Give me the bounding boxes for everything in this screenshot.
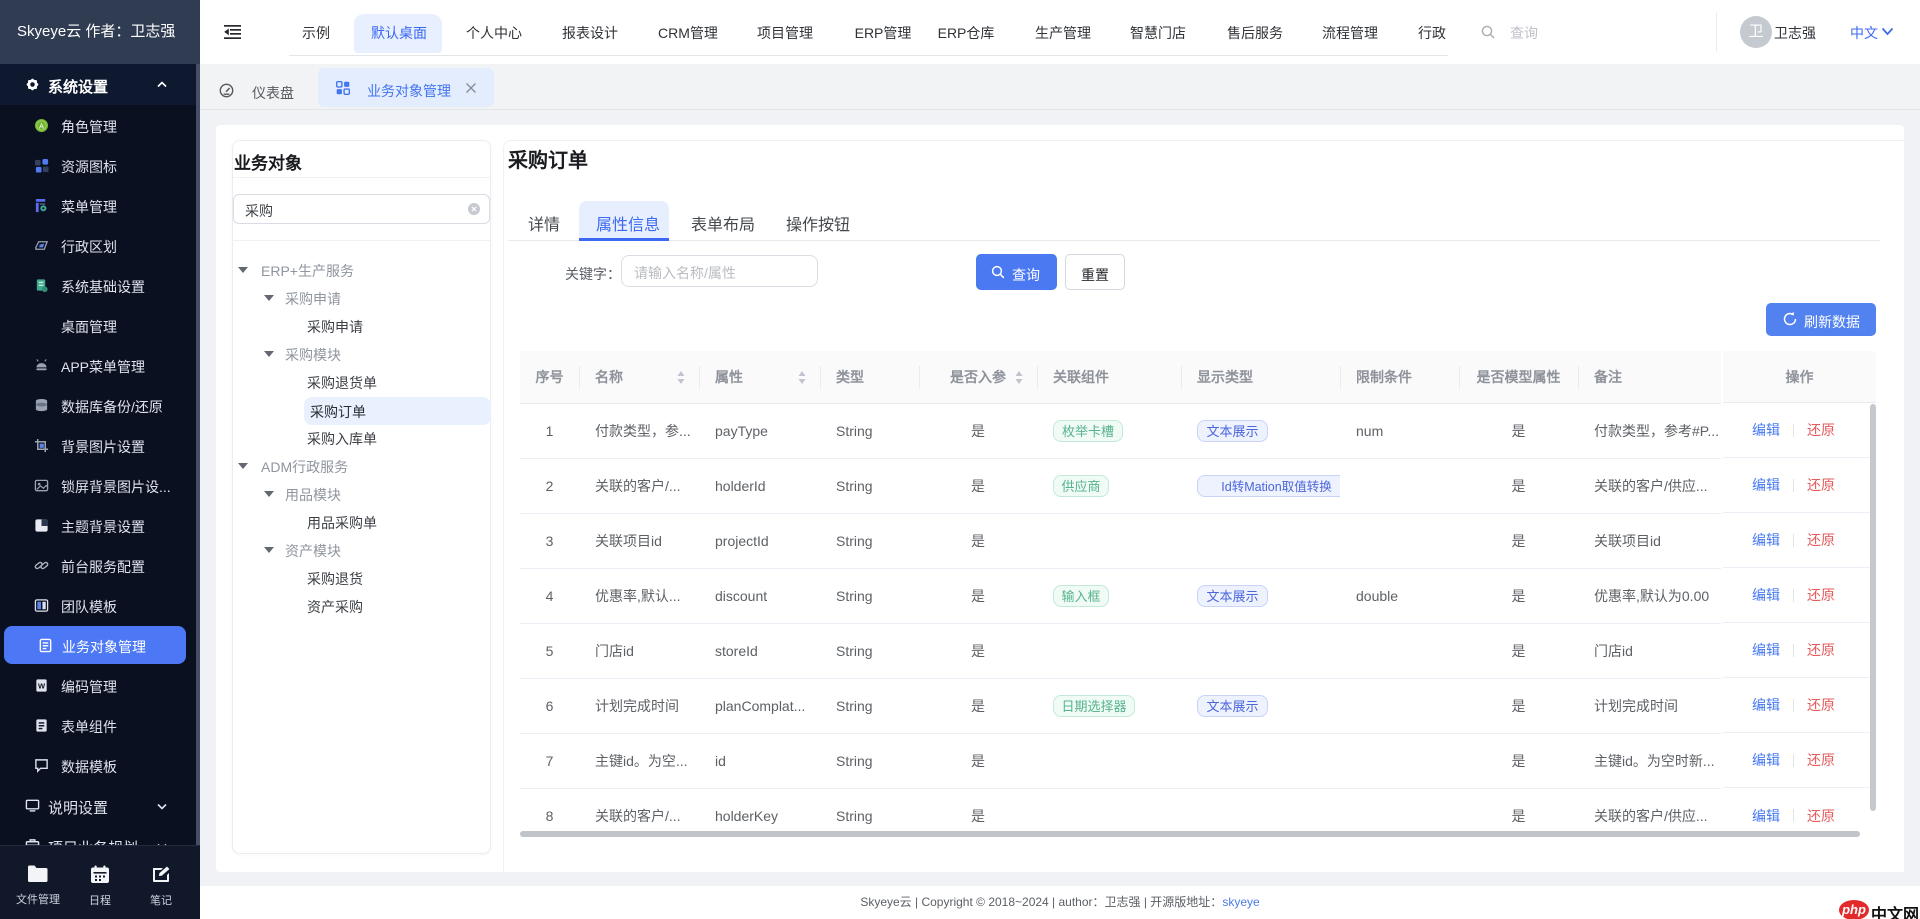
- svg-text:A: A: [39, 121, 44, 130]
- svg-text:W: W: [38, 681, 46, 690]
